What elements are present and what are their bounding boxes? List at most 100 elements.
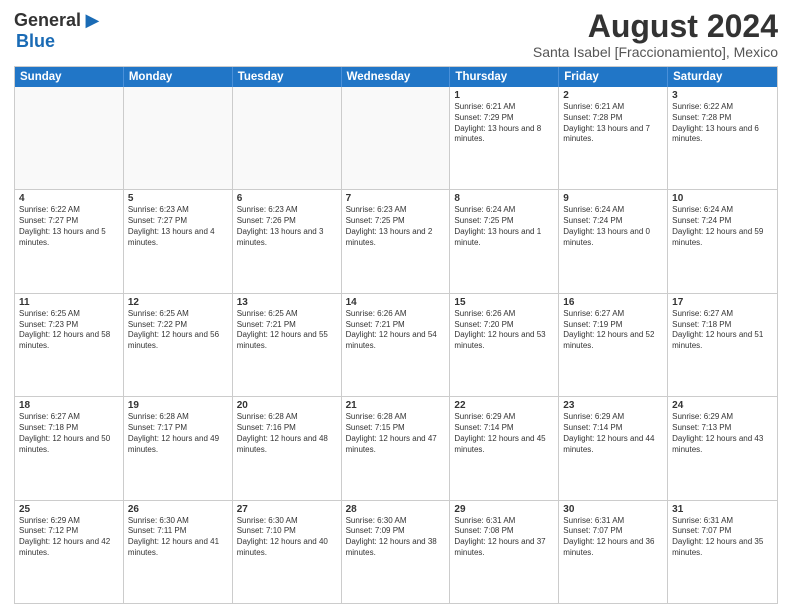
- calendar-cell: 3Sunrise: 6:22 AMSunset: 7:28 PMDaylight…: [668, 87, 777, 189]
- day-number: 29: [454, 504, 554, 515]
- calendar-cell: 8Sunrise: 6:24 AMSunset: 7:25 PMDaylight…: [450, 190, 559, 292]
- day-number: 25: [19, 504, 119, 515]
- day-info: Sunrise: 6:27 AMSunset: 7:19 PMDaylight:…: [563, 309, 663, 352]
- day-info: Sunrise: 6:21 AMSunset: 7:29 PMDaylight:…: [454, 102, 554, 145]
- day-number: 24: [672, 400, 773, 411]
- day-info: Sunrise: 6:25 AMSunset: 7:23 PMDaylight:…: [19, 309, 119, 352]
- calendar-cell: 14Sunrise: 6:26 AMSunset: 7:21 PMDayligh…: [342, 294, 451, 396]
- day-number: 9: [563, 193, 663, 204]
- calendar-cell: 9Sunrise: 6:24 AMSunset: 7:24 PMDaylight…: [559, 190, 668, 292]
- day-info: Sunrise: 6:31 AMSunset: 7:07 PMDaylight:…: [672, 516, 773, 559]
- calendar-cell: 13Sunrise: 6:25 AMSunset: 7:21 PMDayligh…: [233, 294, 342, 396]
- calendar-cell: 12Sunrise: 6:25 AMSunset: 7:22 PMDayligh…: [124, 294, 233, 396]
- calendar-cell: 18Sunrise: 6:27 AMSunset: 7:18 PMDayligh…: [15, 397, 124, 499]
- day-number: 19: [128, 400, 228, 411]
- day-number: 30: [563, 504, 663, 515]
- calendar-cell: [124, 87, 233, 189]
- day-info: Sunrise: 6:30 AMSunset: 7:10 PMDaylight:…: [237, 516, 337, 559]
- day-info: Sunrise: 6:23 AMSunset: 7:27 PMDaylight:…: [128, 205, 228, 248]
- calendar-header-cell: Wednesday: [342, 67, 451, 87]
- day-number: 7: [346, 193, 446, 204]
- calendar-header-cell: Thursday: [450, 67, 559, 87]
- calendar-cell: [15, 87, 124, 189]
- day-number: 3: [672, 90, 773, 101]
- logo-bird-icon: ▶: [86, 10, 100, 30]
- calendar-cell: 23Sunrise: 6:29 AMSunset: 7:14 PMDayligh…: [559, 397, 668, 499]
- calendar-header: SundayMondayTuesdayWednesdayThursdayFrid…: [15, 67, 777, 87]
- calendar-header-cell: Tuesday: [233, 67, 342, 87]
- day-info: Sunrise: 6:23 AMSunset: 7:25 PMDaylight:…: [346, 205, 446, 248]
- day-info: Sunrise: 6:29 AMSunset: 7:12 PMDaylight:…: [19, 516, 119, 559]
- calendar-cell: 20Sunrise: 6:28 AMSunset: 7:16 PMDayligh…: [233, 397, 342, 499]
- logo-general-text: General: [14, 10, 81, 30]
- day-info: Sunrise: 6:21 AMSunset: 7:28 PMDaylight:…: [563, 102, 663, 145]
- calendar-cell: 21Sunrise: 6:28 AMSunset: 7:15 PMDayligh…: [342, 397, 451, 499]
- location-title: Santa Isabel [Fraccionamiento], Mexico: [533, 44, 778, 60]
- calendar-cell: 16Sunrise: 6:27 AMSunset: 7:19 PMDayligh…: [559, 294, 668, 396]
- day-info: Sunrise: 6:27 AMSunset: 7:18 PMDaylight:…: [19, 412, 119, 455]
- logo: General ▶ Blue: [14, 10, 99, 52]
- day-info: Sunrise: 6:26 AMSunset: 7:20 PMDaylight:…: [454, 309, 554, 352]
- day-number: 23: [563, 400, 663, 411]
- day-info: Sunrise: 6:30 AMSunset: 7:11 PMDaylight:…: [128, 516, 228, 559]
- day-number: 31: [672, 504, 773, 515]
- day-info: Sunrise: 6:24 AMSunset: 7:25 PMDaylight:…: [454, 205, 554, 248]
- day-number: 10: [672, 193, 773, 204]
- day-info: Sunrise: 6:24 AMSunset: 7:24 PMDaylight:…: [672, 205, 773, 248]
- calendar-cell: 6Sunrise: 6:23 AMSunset: 7:26 PMDaylight…: [233, 190, 342, 292]
- day-number: 17: [672, 297, 773, 308]
- day-number: 13: [237, 297, 337, 308]
- calendar-row: 25Sunrise: 6:29 AMSunset: 7:12 PMDayligh…: [15, 500, 777, 603]
- calendar-row: 11Sunrise: 6:25 AMSunset: 7:23 PMDayligh…: [15, 293, 777, 396]
- day-number: 5: [128, 193, 228, 204]
- day-info: Sunrise: 6:30 AMSunset: 7:09 PMDaylight:…: [346, 516, 446, 559]
- day-number: 26: [128, 504, 228, 515]
- day-info: Sunrise: 6:31 AMSunset: 7:08 PMDaylight:…: [454, 516, 554, 559]
- calendar-cell: [342, 87, 451, 189]
- calendar-row: 18Sunrise: 6:27 AMSunset: 7:18 PMDayligh…: [15, 396, 777, 499]
- calendar-header-cell: Saturday: [668, 67, 777, 87]
- header: General ▶ Blue August 2024 Santa Isabel …: [14, 10, 778, 60]
- day-number: 11: [19, 297, 119, 308]
- day-info: Sunrise: 6:29 AMSunset: 7:14 PMDaylight:…: [454, 412, 554, 455]
- day-number: 4: [19, 193, 119, 204]
- calendar-cell: 4Sunrise: 6:22 AMSunset: 7:27 PMDaylight…: [15, 190, 124, 292]
- day-number: 12: [128, 297, 228, 308]
- calendar-cell: 27Sunrise: 6:30 AMSunset: 7:10 PMDayligh…: [233, 501, 342, 603]
- calendar-header-cell: Monday: [124, 67, 233, 87]
- day-info: Sunrise: 6:22 AMSunset: 7:28 PMDaylight:…: [672, 102, 773, 145]
- calendar-cell: 19Sunrise: 6:28 AMSunset: 7:17 PMDayligh…: [124, 397, 233, 499]
- day-number: 22: [454, 400, 554, 411]
- day-info: Sunrise: 6:28 AMSunset: 7:17 PMDaylight:…: [128, 412, 228, 455]
- page: General ▶ Blue August 2024 Santa Isabel …: [0, 0, 792, 612]
- day-info: Sunrise: 6:31 AMSunset: 7:07 PMDaylight:…: [563, 516, 663, 559]
- day-info: Sunrise: 6:26 AMSunset: 7:21 PMDaylight:…: [346, 309, 446, 352]
- calendar-body: 1Sunrise: 6:21 AMSunset: 7:29 PMDaylight…: [15, 87, 777, 603]
- day-info: Sunrise: 6:24 AMSunset: 7:24 PMDaylight:…: [563, 205, 663, 248]
- day-info: Sunrise: 6:29 AMSunset: 7:14 PMDaylight:…: [563, 412, 663, 455]
- calendar-cell: 22Sunrise: 6:29 AMSunset: 7:14 PMDayligh…: [450, 397, 559, 499]
- day-info: Sunrise: 6:25 AMSunset: 7:22 PMDaylight:…: [128, 309, 228, 352]
- day-number: 20: [237, 400, 337, 411]
- calendar-cell: 30Sunrise: 6:31 AMSunset: 7:07 PMDayligh…: [559, 501, 668, 603]
- day-number: 6: [237, 193, 337, 204]
- day-number: 14: [346, 297, 446, 308]
- day-info: Sunrise: 6:23 AMSunset: 7:26 PMDaylight:…: [237, 205, 337, 248]
- calendar-cell: 10Sunrise: 6:24 AMSunset: 7:24 PMDayligh…: [668, 190, 777, 292]
- calendar-cell: 17Sunrise: 6:27 AMSunset: 7:18 PMDayligh…: [668, 294, 777, 396]
- day-info: Sunrise: 6:25 AMSunset: 7:21 PMDaylight:…: [237, 309, 337, 352]
- day-info: Sunrise: 6:29 AMSunset: 7:13 PMDaylight:…: [672, 412, 773, 455]
- day-info: Sunrise: 6:27 AMSunset: 7:18 PMDaylight:…: [672, 309, 773, 352]
- calendar-cell: 31Sunrise: 6:31 AMSunset: 7:07 PMDayligh…: [668, 501, 777, 603]
- day-number: 15: [454, 297, 554, 308]
- day-number: 28: [346, 504, 446, 515]
- calendar-row: 1Sunrise: 6:21 AMSunset: 7:29 PMDaylight…: [15, 87, 777, 189]
- title-section: August 2024 Santa Isabel [Fraccionamient…: [533, 10, 778, 60]
- calendar-header-cell: Friday: [559, 67, 668, 87]
- calendar-cell: 7Sunrise: 6:23 AMSunset: 7:25 PMDaylight…: [342, 190, 451, 292]
- calendar-cell: 11Sunrise: 6:25 AMSunset: 7:23 PMDayligh…: [15, 294, 124, 396]
- calendar-cell: 29Sunrise: 6:31 AMSunset: 7:08 PMDayligh…: [450, 501, 559, 603]
- day-number: 2: [563, 90, 663, 101]
- calendar-cell: 25Sunrise: 6:29 AMSunset: 7:12 PMDayligh…: [15, 501, 124, 603]
- day-info: Sunrise: 6:28 AMSunset: 7:16 PMDaylight:…: [237, 412, 337, 455]
